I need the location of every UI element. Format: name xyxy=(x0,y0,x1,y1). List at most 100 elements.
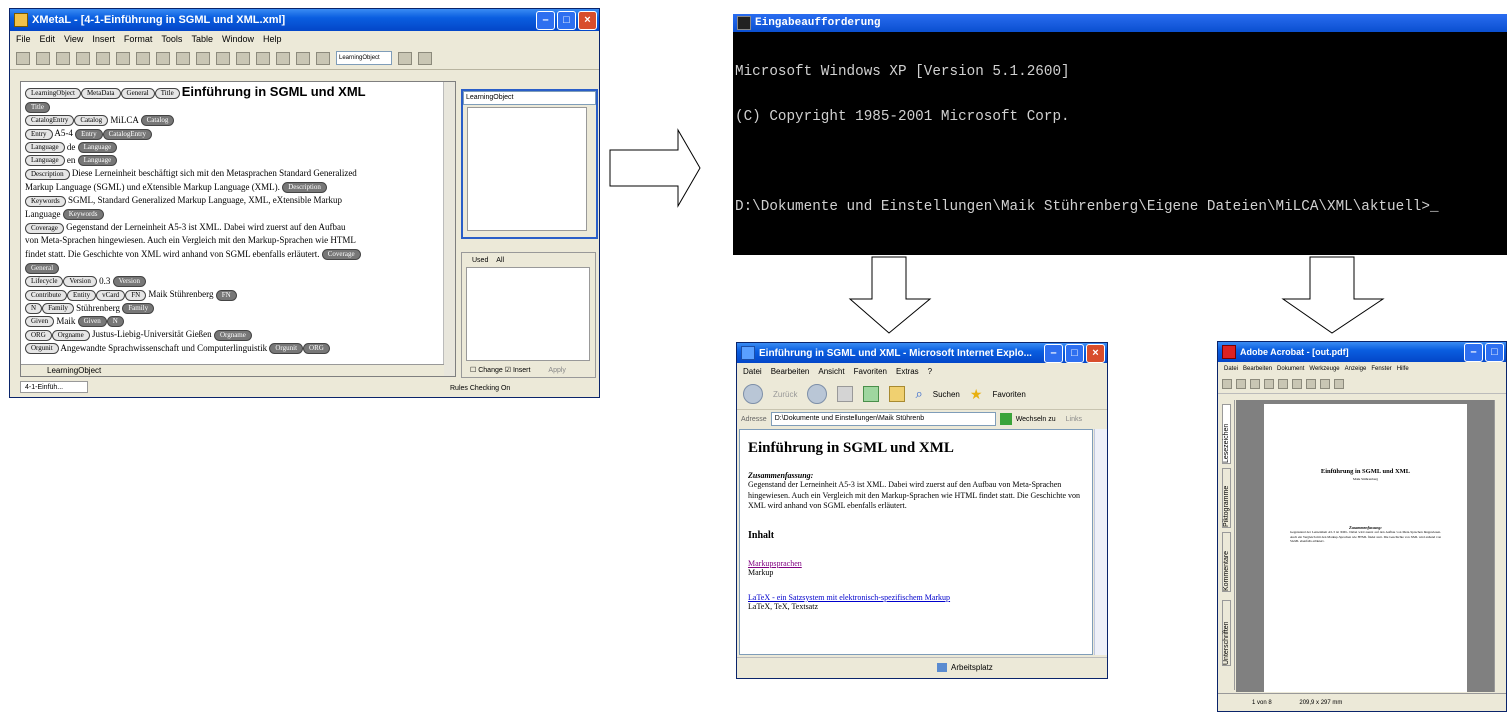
open-icon[interactable] xyxy=(36,51,50,65)
acro-prev-page-icon[interactable] xyxy=(1306,379,1316,389)
redo-icon[interactable] xyxy=(236,51,250,65)
xmetal-menu-tools[interactable]: Tools xyxy=(161,34,182,44)
new-icon[interactable] xyxy=(16,51,30,65)
xml-close-tag[interactable]: Orgunit xyxy=(269,343,304,355)
element-list[interactable] xyxy=(467,107,587,231)
xml-close-tag[interactable]: FN xyxy=(215,289,237,301)
acrobat-menu-dokument[interactable]: Dokument xyxy=(1277,366,1304,372)
undo-icon[interactable] xyxy=(216,51,230,65)
xml-open-tag[interactable]: LearningObject xyxy=(25,88,81,100)
xml-open-tag[interactable]: vCard xyxy=(96,289,126,301)
xmetal-titlebar[interactable]: XMetaL - [4-1-Einführung in SGML und XML… xyxy=(10,9,599,31)
acrobat-menu-fenster[interactable]: Fenster xyxy=(1371,366,1391,372)
xmetal-document-area[interactable]: LearningObject MetaData General Title Einfüh… xyxy=(20,81,456,377)
xml-open-tag[interactable]: Orgunit xyxy=(25,343,59,355)
acrobat-menu-hilfe[interactable]: Hilfe xyxy=(1397,366,1409,372)
xml-close-tag[interactable]: N xyxy=(106,316,124,328)
search-icon[interactable]: ⌕ xyxy=(915,386,922,402)
back-icon[interactable] xyxy=(743,384,763,404)
xml-line[interactable]: Keywords SGML, Standard Generalized Mark… xyxy=(25,194,441,207)
xml-open-tag[interactable]: Lifecycle xyxy=(25,276,64,288)
list-icon[interactable] xyxy=(398,51,412,65)
xml-line[interactable]: Contribute Entity vCard FN Maik Stührenberg… xyxy=(25,288,441,301)
xmetal-bottom-tabs[interactable]: LearningObject xyxy=(21,364,444,376)
xml-line[interactable]: General xyxy=(25,261,441,274)
xmetal-menu-edit[interactable]: Edit xyxy=(40,34,56,44)
xmetal-task-tab[interactable]: 4-1-Einfüh... xyxy=(20,381,88,393)
xml-open-tag[interactable]: Entry xyxy=(25,128,53,140)
ie-link-markupsprachen[interactable]: Markupsprachen xyxy=(748,559,1084,568)
xml-close-tag[interactable]: Title xyxy=(25,101,50,113)
ie-menu-favoriten[interactable]: Favoriten xyxy=(854,367,887,376)
favorites-icon[interactable]: ★ xyxy=(970,386,983,403)
acro-print-icon[interactable] xyxy=(1250,379,1260,389)
xmetal-document[interactable]: LearningObject MetaData General Title Einfüh… xyxy=(21,82,455,355)
xmetal-menu-file[interactable]: File xyxy=(16,34,31,44)
acrobat-minimize-button[interactable]: – xyxy=(1464,342,1483,362)
xml-line[interactable]: ORG Orgname Justus-Liebig-Universität Gie… xyxy=(25,328,441,341)
find-icon[interactable] xyxy=(96,51,110,65)
xml-open-tag[interactable]: Description xyxy=(25,168,70,180)
panel-tab-all[interactable]: All xyxy=(496,257,504,264)
xml-close-tag[interactable]: Version xyxy=(112,276,146,288)
xml-open-tag[interactable]: Coverage xyxy=(25,222,64,234)
copy-icon[interactable] xyxy=(176,51,190,65)
xml-open-tag[interactable]: Language xyxy=(25,142,65,154)
cmd-titlebar[interactable]: Eingabeaufforderung xyxy=(733,14,1507,32)
bullets-icon[interactable] xyxy=(418,51,432,65)
xml-open-tag[interactable]: Language xyxy=(25,155,65,167)
xml-open-tag[interactable]: Title xyxy=(154,88,180,100)
xml-line[interactable]: Coverage Gegenstand der Lerneinheit A5-3… xyxy=(25,221,441,234)
xml-close-tag[interactable]: Catalog xyxy=(140,115,175,127)
image-icon[interactable] xyxy=(276,51,290,65)
side-tab-thumbnails[interactable]: Piktogramme xyxy=(1222,468,1231,528)
acro-last-page-icon[interactable] xyxy=(1334,379,1344,389)
print-icon[interactable] xyxy=(76,51,90,65)
xmetal-menu-help[interactable]: Help xyxy=(263,34,282,44)
acrobat-menu-werkzeuge[interactable]: Werkzeuge xyxy=(1309,366,1339,372)
panel-tab-used[interactable]: Used xyxy=(472,257,488,264)
help-icon[interactable] xyxy=(316,51,330,65)
xml-open-tag[interactable]: N xyxy=(25,302,43,314)
xml-close-tag[interactable]: ORG xyxy=(303,343,330,355)
acro-open-icon[interactable] xyxy=(1222,379,1232,389)
xmetal-menu-insert[interactable]: Insert xyxy=(92,34,115,44)
acro-next-page-icon[interactable] xyxy=(1320,379,1330,389)
refresh-icon[interactable] xyxy=(863,386,880,402)
acrobat-maximize-button[interactable]: □ xyxy=(1485,342,1504,362)
xmetal-menu-view[interactable]: View xyxy=(64,34,83,44)
xml-open-tag[interactable]: Contribute xyxy=(25,289,67,301)
close-button[interactable]: × xyxy=(578,10,597,30)
xml-line[interactable]: Given Maik Given N xyxy=(25,315,441,328)
xml-open-tag[interactable]: Catalog xyxy=(74,115,109,127)
stop-icon[interactable] xyxy=(837,386,854,402)
maximize-button[interactable]: □ xyxy=(557,10,576,30)
ie-close-button[interactable]: × xyxy=(1086,343,1105,363)
side-tab-comments[interactable]: Kommentare xyxy=(1222,532,1231,592)
xml-open-tag[interactable]: CatalogEntry xyxy=(25,115,75,127)
xml-open-tag[interactable]: Given xyxy=(25,316,55,328)
apply-button[interactable]: Apply xyxy=(548,367,566,374)
bottom-tab-label[interactable]: LearningObject xyxy=(47,366,101,375)
xml-line[interactable]: von Meta-Sprachen hingewiesen. Auch ein … xyxy=(25,234,441,247)
page-number[interactable]: 1 von 8 xyxy=(1252,700,1272,706)
change-checkbox[interactable]: ☐ xyxy=(470,367,478,374)
home-icon[interactable] xyxy=(889,386,906,402)
xml-close-tag[interactable]: Given xyxy=(77,316,107,328)
xml-line[interactable]: Orgunit Angewandte Sprachwissenschaft un… xyxy=(25,342,441,355)
replace-icon[interactable] xyxy=(116,51,130,65)
ie-vscrollbar[interactable] xyxy=(1094,429,1107,655)
acro-save-icon[interactable] xyxy=(1236,379,1246,389)
xml-line[interactable]: Language de Language xyxy=(25,141,441,154)
go-label[interactable]: Wechseln zu xyxy=(1016,416,1056,423)
bold-icon[interactable] xyxy=(296,51,310,65)
acrobat-menu-bearbeiten[interactable]: Bearbeiten xyxy=(1243,366,1272,372)
xml-close-tag[interactable]: Coverage xyxy=(321,249,361,261)
xml-close-tag[interactable]: Family xyxy=(122,302,155,314)
ie-menu-ansicht[interactable]: Ansicht xyxy=(818,367,844,376)
xml-close-tag[interactable]: Language xyxy=(77,155,118,167)
attribute-list[interactable] xyxy=(466,267,590,361)
acro-email-icon[interactable] xyxy=(1264,379,1274,389)
save-icon[interactable] xyxy=(56,51,70,65)
xml-line[interactable]: CatalogEntry Catalog MiLCA Catalog xyxy=(25,114,441,127)
